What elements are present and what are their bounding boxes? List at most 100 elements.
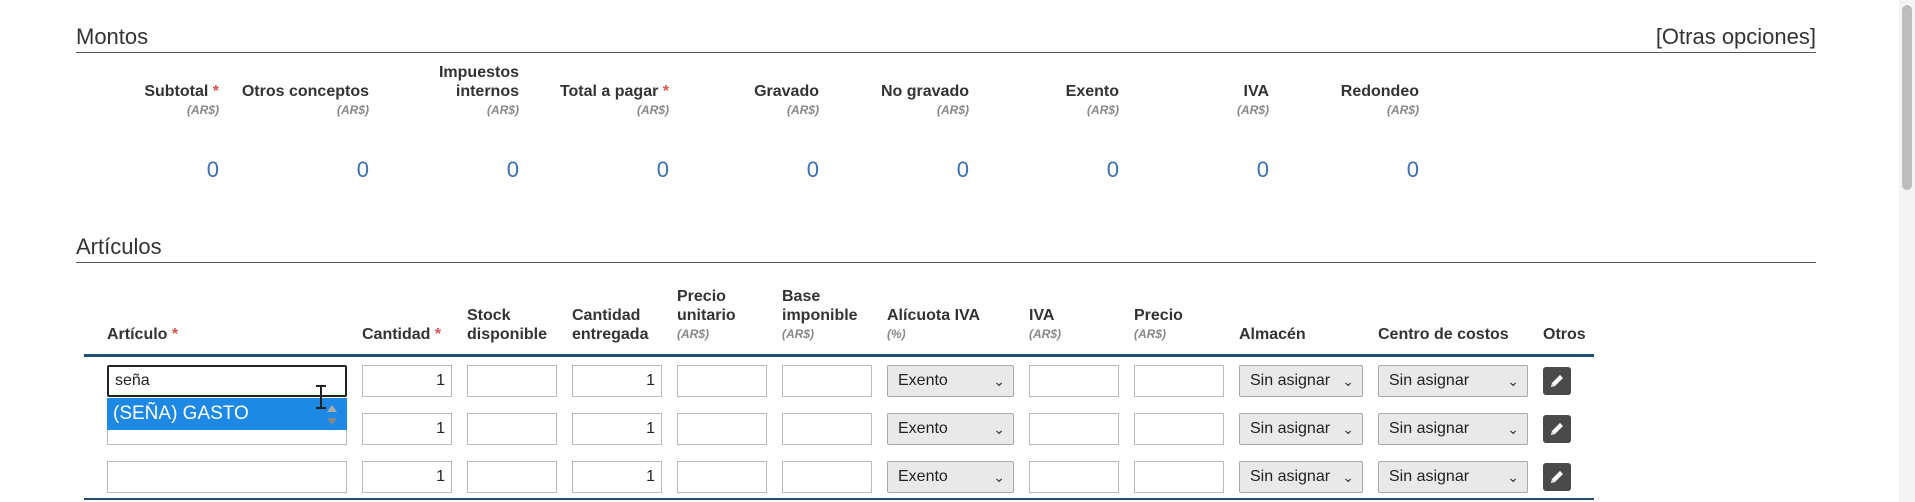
amount-unit: (AR$) <box>1387 103 1419 117</box>
alicuota-iva-select[interactable]: Exento ⌄ <box>887 365 1014 397</box>
articulos-title: Artículos <box>76 234 162 259</box>
edit-row-button[interactable] <box>1543 367 1571 395</box>
base-imponible-input[interactable] <box>782 365 872 397</box>
column-header-unit: (%) <box>887 327 906 341</box>
amount-label-text: No gravado <box>880 83 969 100</box>
select-value: Sin asignar <box>1250 468 1331 485</box>
cantidad-input[interactable]: 1 <box>362 461 452 493</box>
cantidad-entregada-input[interactable]: 1 <box>572 365 662 397</box>
precio-input[interactable] <box>1134 413 1224 445</box>
amount-label-3: Total a pagar * (AR$) <box>509 60 669 120</box>
amount-label-1: Otros conceptos (AR$) <box>209 60 369 120</box>
column-header-8: Precio (AR$) <box>1134 306 1183 344</box>
column-header-2: Stock disponible <box>467 306 547 344</box>
stock-input[interactable] <box>467 461 557 493</box>
almacen-select[interactable]: Sin asignar ⌄ <box>1239 461 1363 493</box>
column-header-3: Cantidad entregada <box>572 306 648 344</box>
column-header-6: Alícuota IVA (%) <box>887 306 980 344</box>
precio-input[interactable] <box>1134 461 1224 493</box>
iva-input[interactable] <box>1029 461 1119 493</box>
cantidad-input[interactable]: 1 <box>362 365 452 397</box>
column-header-10: Centro de costos <box>1378 325 1509 344</box>
precio-unitario-input[interactable] <box>677 461 767 493</box>
edit-row-button[interactable] <box>1543 463 1571 491</box>
almacen-select[interactable]: Sin asignar ⌄ <box>1239 365 1363 397</box>
precio-unitario-input[interactable] <box>677 365 767 397</box>
column-header-text: Centro de costos <box>1378 326 1509 343</box>
chevron-down-icon: ⌄ <box>993 373 1005 389</box>
page-scrollbar[interactable] <box>1899 0 1915 502</box>
stock-input[interactable] <box>467 413 557 445</box>
amount-label-text: Total a pagar * <box>559 83 669 100</box>
amount-label-text: Subtotal * <box>144 83 219 100</box>
column-header-text: Precio <box>677 288 726 305</box>
column-header-unit: (AR$) <box>782 327 814 341</box>
amount-label-text: internos <box>455 83 519 100</box>
chevron-down-icon: ⌄ <box>1342 421 1354 437</box>
column-header-text: imponible <box>782 307 858 324</box>
amount-value-2: 0 <box>506 157 519 182</box>
column-header-9: Almacén <box>1239 325 1306 344</box>
column-header-5: Base imponible (AR$) <box>782 287 858 344</box>
column-header-text: entregada <box>572 326 649 343</box>
stock-input[interactable] <box>467 365 557 397</box>
amount-value-8: 0 <box>1406 157 1419 182</box>
articulo-input[interactable]: seña <box>107 365 347 397</box>
select-value: Sin asignar <box>1250 372 1331 389</box>
column-header-7: IVA (AR$) <box>1029 306 1061 344</box>
amount-value-1: 0 <box>356 157 369 182</box>
column-header-text: Precio <box>1134 307 1183 324</box>
other-options-link[interactable]: [Otras opciones] <box>1656 25 1816 49</box>
scrollbar-thumb[interactable] <box>1902 5 1912 190</box>
column-header-text: Alícuota IVA <box>887 307 981 324</box>
amount-label-4: Gravado (AR$) <box>659 60 819 120</box>
centro-costos-select[interactable]: Sin asignar ⌄ <box>1378 461 1528 493</box>
amount-label-text: Redondeo <box>1340 83 1419 100</box>
column-header-11: Otros <box>1543 325 1586 344</box>
cantidad-entregada-input[interactable]: 1 <box>572 413 662 445</box>
iva-input[interactable] <box>1029 365 1119 397</box>
autocomplete-option[interactable]: (SEÑA) GASTO <box>107 398 347 430</box>
chevron-down-icon: ⌄ <box>1342 469 1354 485</box>
precio-input[interactable] <box>1134 365 1224 397</box>
amount-label-text: Otros conceptos <box>241 83 369 100</box>
column-header-text: IVA <box>1029 307 1055 324</box>
base-imponible-input[interactable] <box>782 413 872 445</box>
edit-row-button[interactable] <box>1543 415 1571 443</box>
column-header-0: Artículo * <box>107 325 178 344</box>
required-marker: * <box>430 326 442 343</box>
table-header-divider <box>84 354 1594 357</box>
column-header-text: disponible <box>467 326 547 343</box>
chevron-down-icon: ⌄ <box>1507 469 1519 485</box>
iva-input[interactable] <box>1029 413 1119 445</box>
precio-unitario-input[interactable] <box>677 413 767 445</box>
amount-label-text: Impuestos <box>438 64 519 81</box>
articulo-input[interactable] <box>107 461 347 493</box>
chevron-down-icon: ⌄ <box>1342 373 1354 389</box>
required-marker: * <box>167 326 179 343</box>
column-header-text: Otros <box>1543 326 1586 343</box>
select-value: Exento <box>898 372 948 389</box>
amount-label-6: Exento (AR$) <box>959 60 1119 120</box>
cantidad-input[interactable]: 1 <box>362 413 452 445</box>
column-header-text: Base <box>782 288 821 305</box>
amount-label-0: Subtotal * (AR$) <box>59 60 219 120</box>
column-header-1: Cantidad * <box>362 325 441 344</box>
almacen-select[interactable]: Sin asignar ⌄ <box>1239 413 1363 445</box>
chevron-down-icon: ⌄ <box>993 469 1005 485</box>
chevron-down-icon: ⌄ <box>1507 373 1519 389</box>
amount-unit: (AR$) <box>187 103 219 117</box>
amount-value-0: 0 <box>206 157 219 182</box>
chevron-down-icon: ⌄ <box>993 421 1005 437</box>
amount-label-5: No gravado (AR$) <box>809 60 969 120</box>
base-imponible-input[interactable] <box>782 461 872 493</box>
chevron-down-icon: ⌄ <box>1507 421 1519 437</box>
amount-value-7: 0 <box>1256 157 1269 182</box>
alicuota-iva-select[interactable]: Exento ⌄ <box>887 461 1014 493</box>
centro-costos-select[interactable]: Sin asignar ⌄ <box>1378 413 1528 445</box>
amount-label-8: Redondeo (AR$) <box>1259 60 1419 120</box>
column-header-unit: (AR$) <box>1134 327 1166 341</box>
cantidad-entregada-input[interactable]: 1 <box>572 461 662 493</box>
centro-costos-select[interactable]: Sin asignar ⌄ <box>1378 365 1528 397</box>
alicuota-iva-select[interactable]: Exento ⌄ <box>887 413 1014 445</box>
